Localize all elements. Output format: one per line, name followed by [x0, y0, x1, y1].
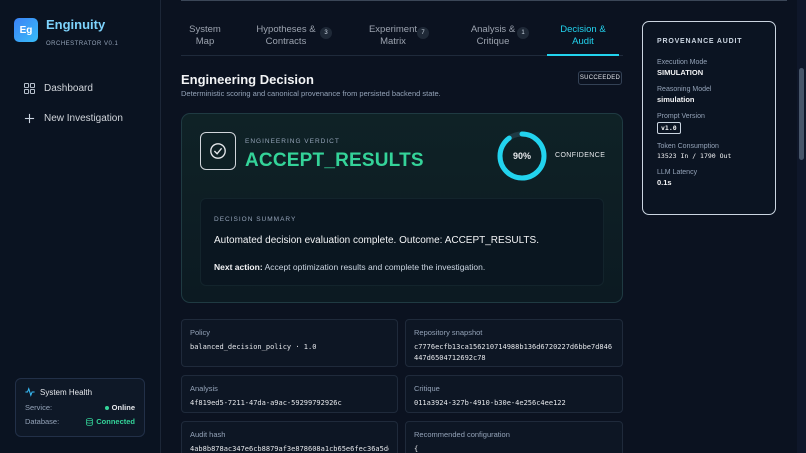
tab-badge: 3 [320, 27, 332, 39]
analysis-card: Analysis 4f819ed5-7211-47da-a9ac-5929979… [181, 375, 398, 413]
app-subtitle: ORCHESTRATOR V0.1 [46, 41, 119, 47]
sidebar-item-label: New Investigation [44, 112, 123, 124]
card-value: 4f819ed5-7211-47da-a9ac-59299792926c [190, 399, 342, 407]
system-health-panel: System Health Service: Online Database: … [15, 378, 145, 437]
execution-mode: Execution Mode SIMULATION [657, 59, 761, 77]
tab-label: Decision & Audit [560, 23, 606, 47]
provenance-audit-panel: PROVENANCE AUDIT Execution Mode SIMULATI… [642, 21, 776, 215]
tab-badge: 7 [417, 27, 429, 39]
service-row: Service: Online [25, 403, 135, 412]
card-value: 4ab8b878ac347e6cb8879af3e878608a1cb65e6f… [190, 445, 389, 453]
status-badge: SUCCEEDED [578, 71, 622, 85]
verdict-card: ENGINEERING VERDICT ACCEPT_RESULTS 90% C… [181, 113, 623, 303]
prov-value: SIMULATION [657, 68, 704, 77]
llm-latency: LLM Latency 0.1s [657, 169, 761, 187]
page-title: Engineering Decision [181, 72, 314, 87]
tab-system-map[interactable]: System Map [181, 16, 229, 55]
next-action: Next action: Accept optimization results… [214, 262, 485, 272]
token-consumption: Token Consumption 13523 In / 1790 Out [657, 143, 761, 160]
prov-value: 13523 In / 1790 Out [657, 152, 732, 160]
prompt-version-chip: v1.0 [657, 122, 681, 134]
service-status: Online [111, 403, 135, 412]
verdict-icon-box [200, 132, 236, 170]
tab-decision-audit[interactable]: Decision & Audit [543, 16, 623, 56]
prov-label: Token Consumption [657, 143, 719, 150]
card-label: Recommended configuration [414, 430, 510, 439]
status-dot [104, 405, 109, 410]
brand[interactable]: Eg Enginuity ORCHESTRATOR V0.1 [14, 18, 118, 47]
repository-snapshot-card: Repository snapshot c7776ecfb13ca1562107… [405, 319, 623, 367]
tab-hypotheses-contracts[interactable]: Hypotheses & Contracts 3 [229, 16, 343, 55]
recommended-config-card: Recommended configuration { [405, 421, 623, 453]
prov-value: simulation [657, 95, 695, 104]
tab-badge: 1 [517, 27, 529, 39]
card-value: { [414, 445, 419, 453]
policy-card: Policy balanced_decision_policy · 1.0 [181, 319, 398, 367]
prov-label: Execution Mode [657, 59, 708, 66]
page-subtitle: Deterministic scoring and canonical prov… [181, 89, 441, 98]
reasoning-model: Reasoning Model simulation [657, 86, 761, 104]
confidence-value: 90% [512, 151, 531, 161]
database-label: Database: [25, 417, 60, 426]
next-action-text: Accept optimization results and complete… [264, 262, 486, 272]
summary-text: Automated decision evaluation complete. … [214, 235, 539, 246]
card-label: Analysis [190, 384, 218, 393]
tab-label: Experiment Matrix [368, 23, 418, 47]
tab-label: System Map [189, 23, 221, 47]
provenance-title: PROVENANCE AUDIT [657, 38, 743, 45]
prov-label: Prompt Version [657, 113, 705, 120]
prov-label: Reasoning Model [657, 86, 712, 93]
tab-bar: System Map Hypotheses & Contracts 3 Expe… [181, 16, 623, 56]
prov-value: 0.1s [657, 178, 672, 187]
database-status: Connected [96, 417, 135, 426]
card-label: Policy [190, 328, 211, 337]
database-icon [86, 417, 94, 426]
database-row: Database: Connected [25, 417, 135, 426]
prov-label: LLM Latency [657, 169, 698, 176]
next-action-label: Next action: [214, 262, 263, 272]
sidebar-item-label: Dashboard [44, 82, 93, 94]
verdict-label: ENGINEERING VERDICT [245, 138, 340, 145]
decision-summary: DECISION SUMMARY Automated decision eval… [200, 198, 604, 286]
prompt-version: Prompt Version v1.0 [657, 113, 761, 134]
scrollbar[interactable] [797, 0, 806, 453]
card-label: Audit hash [190, 430, 226, 439]
audit-hash-card: Audit hash 4ab8b878ac347e6cb8879af3e8786… [181, 421, 398, 453]
health-title: System Health [40, 387, 93, 397]
tab-label: Hypotheses & Contracts [256, 23, 316, 47]
card-value: 011a3924-327b-4910-b30e-4e256c4ee122 [414, 399, 566, 407]
card-label: Critique [414, 384, 440, 393]
card-value: c7776ecfb13ca156210714988b136d6720227d6b… [414, 343, 613, 362]
check-circle-icon [210, 143, 226, 159]
plus-icon [24, 113, 35, 123]
card-value: balanced_decision_policy · 1.0 [190, 343, 317, 351]
confidence-label: CONFIDENCE [555, 152, 606, 159]
verdict-value: ACCEPT_RESULTS [245, 150, 424, 171]
top-divider [181, 0, 787, 1]
app-name: Enginuity [46, 17, 106, 32]
sidebar: Eg Enginuity ORCHESTRATOR V0.1 Dashboard… [0, 0, 161, 453]
tab-experiment-matrix[interactable]: Experiment Matrix 7 [343, 16, 443, 55]
activity-icon [25, 387, 35, 397]
scrollbar-thumb[interactable] [799, 68, 804, 160]
service-label: Service: [25, 403, 53, 412]
sidebar-nav: Dashboard New Investigation [24, 80, 123, 140]
sidebar-item-new-investigation[interactable]: New Investigation [24, 110, 123, 126]
tab-analysis-critique[interactable]: Analysis & Critique 1 [443, 16, 543, 55]
card-label: Repository snapshot [414, 328, 483, 337]
grid-icon [24, 82, 35, 94]
critique-card: Critique 011a3924-327b-4910-b30e-4e256c4… [405, 375, 623, 413]
app-logo: Eg [14, 18, 38, 42]
tab-label: Analysis & Critique [470, 23, 516, 47]
summary-label: DECISION SUMMARY [214, 216, 297, 223]
sidebar-item-dashboard[interactable]: Dashboard [24, 80, 123, 96]
